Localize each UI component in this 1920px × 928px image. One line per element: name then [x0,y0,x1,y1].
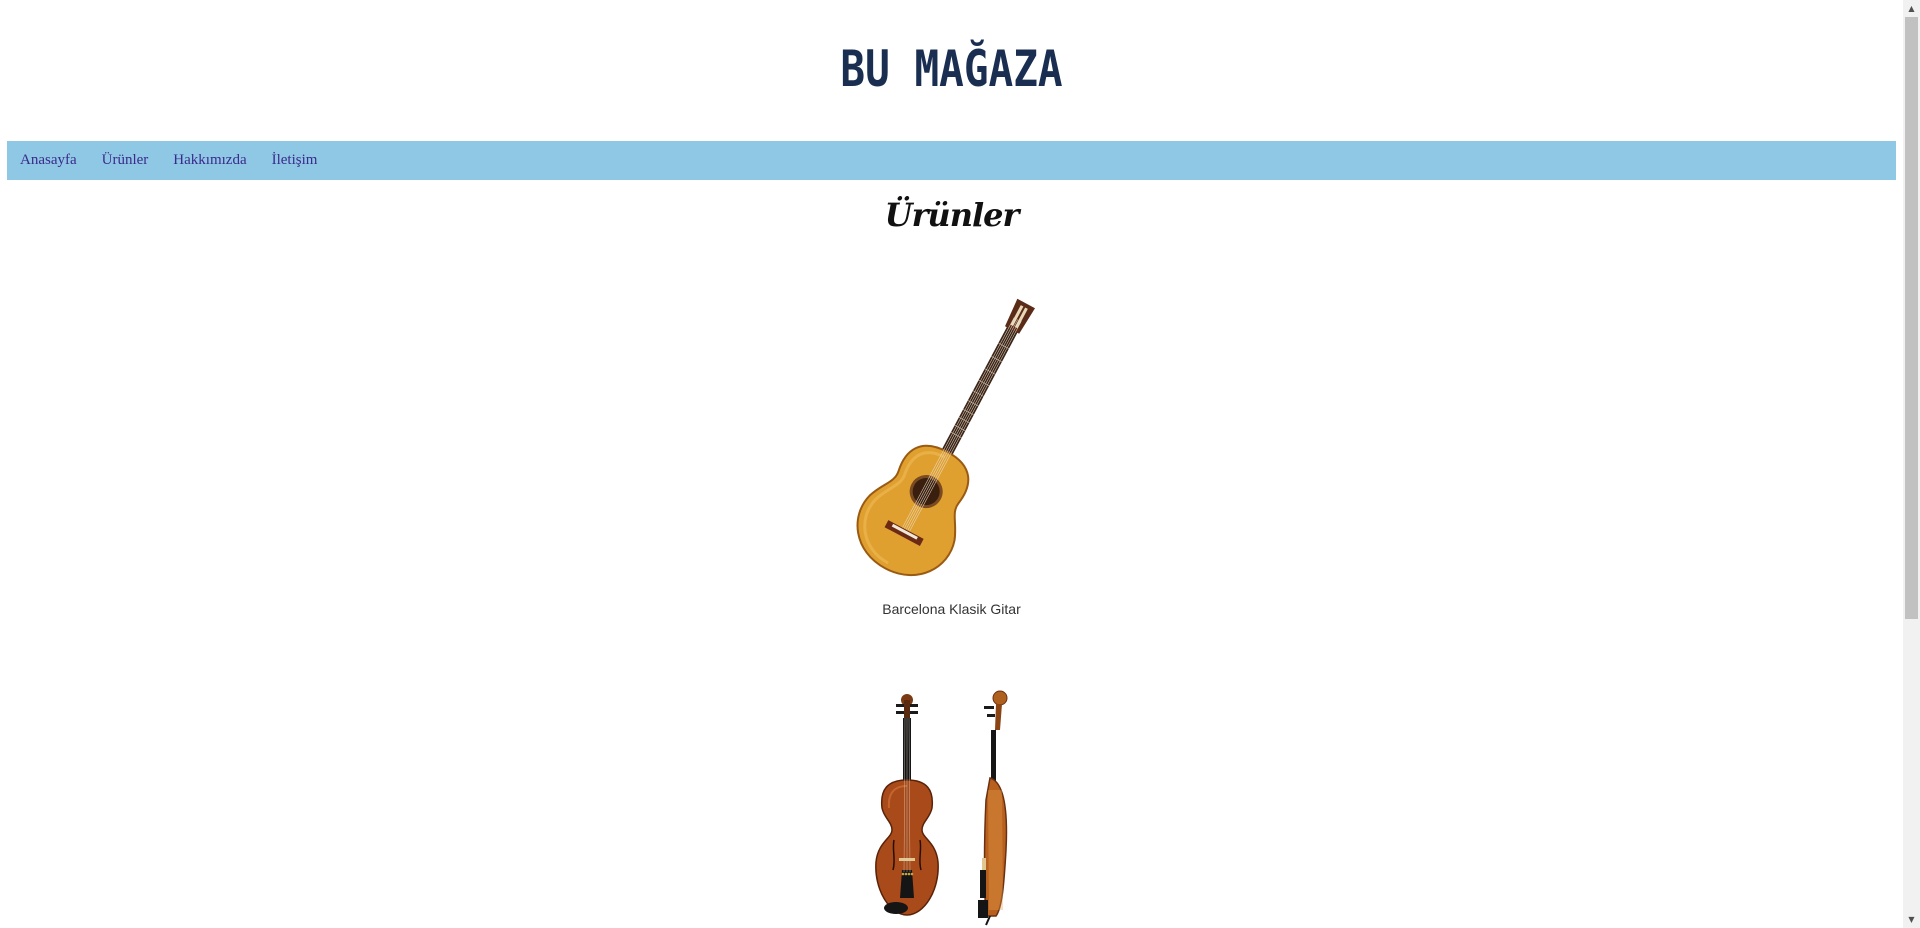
scroll-up-arrow-icon[interactable]: ▲ [1903,0,1920,17]
vertical-scrollbar[interactable]: ▲ ▼ [1903,0,1920,928]
section-title: Ürünler [884,196,1020,234]
navbar: Anasayfa Ürünler Hakkımızda İletişim [7,141,1896,180]
classical-guitar-image[interactable] [852,293,1052,593]
product-card[interactable] [0,690,1903,928]
scroll-down-arrow-icon[interactable]: ▼ [1903,911,1920,928]
product-card[interactable]: Barcelona Klasik Gitar [0,293,1903,617]
violin-image[interactable] [862,690,1042,928]
nav-item-anasayfa[interactable]: Anasayfa [20,152,77,169]
nav-item-urunler[interactable]: Ürünler [102,152,149,169]
site-title: BU MAĞAZA [840,40,1063,98]
nav-item-hakkimizda[interactable]: Hakkımızda [173,152,246,169]
page: BU MAĞAZA Anasayfa Ürünler Hakkımızda İl… [0,0,1903,928]
product-name[interactable]: Barcelona Klasik Gitar [0,601,1903,617]
scroll-thumb[interactable] [1905,17,1918,619]
nav-item-iletisim[interactable]: İletişim [272,152,318,169]
